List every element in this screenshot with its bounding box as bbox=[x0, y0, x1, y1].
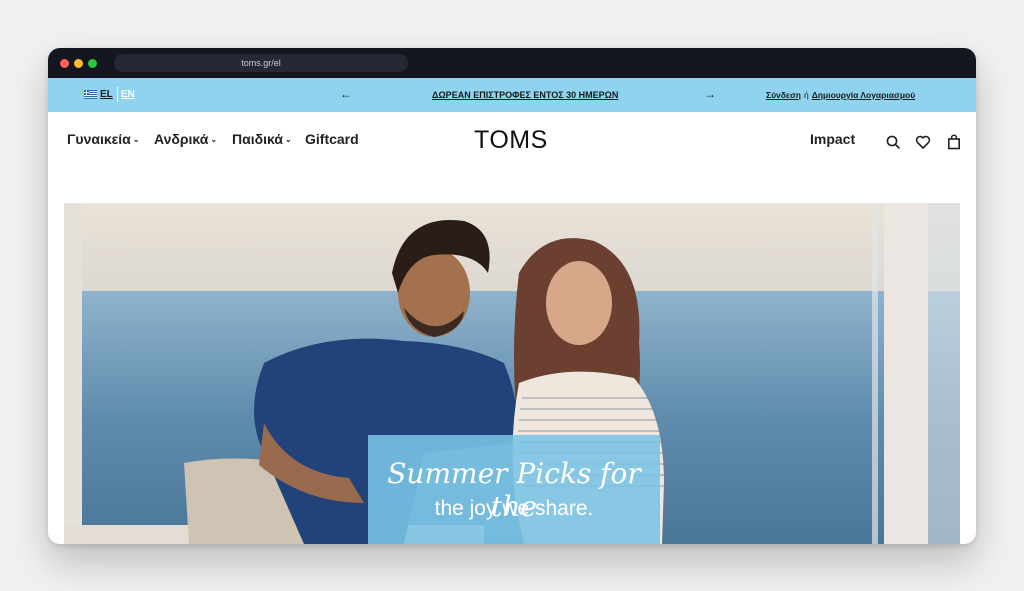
or-text: ή bbox=[803, 90, 809, 100]
nav-item-label: Γυναικεία bbox=[67, 131, 131, 147]
language-en-link[interactable]: EN bbox=[121, 89, 135, 100]
hero-headline-sub: the joy we share. bbox=[434, 497, 594, 520]
promo-next-arrow-icon[interactable]: → bbox=[704, 87, 716, 101]
hero-banner[interactable]: Summer Picks for the the joy we share. bbox=[64, 203, 960, 544]
promo-prev-arrow-icon[interactable]: ← bbox=[340, 87, 352, 101]
minimize-window-button[interactable] bbox=[74, 59, 83, 68]
search-icon[interactable] bbox=[885, 134, 901, 150]
chevron-down-icon: ⌄ bbox=[132, 135, 140, 144]
main-navigation: Γυναικεία ⌄ Ανδρικά ⌄ Παιδικά ⌄ Giftcard TO… bbox=[48, 112, 976, 170]
nav-item-men[interactable]: Ανδρικά ⌄ bbox=[154, 131, 217, 147]
maximize-window-button[interactable] bbox=[88, 59, 97, 68]
language-divider bbox=[117, 87, 118, 102]
chevron-down-icon: ⌄ bbox=[210, 135, 218, 144]
greek-flag-icon bbox=[84, 90, 97, 99]
nav-item-label: Giftcard bbox=[305, 131, 359, 147]
promo-message-link[interactable]: ΔΩΡΕΑΝ ΕΠΙΣΤΡΟΦΕΣ ΕΝΤΟΣ 30 ΗΜΕΡΩΝ bbox=[432, 90, 618, 100]
nav-item-kids[interactable]: Παιδικά ⌄ bbox=[232, 131, 292, 147]
address-bar[interactable]: toms.gr/el bbox=[114, 54, 408, 72]
nav-item-giftcard[interactable]: Giftcard bbox=[305, 131, 359, 147]
nav-item-impact[interactable]: Impact bbox=[810, 131, 855, 147]
nav-item-women[interactable]: Γυναικεία ⌄ bbox=[67, 131, 140, 147]
hero-caption[interactable]: Summer Picks for the the joy we share. bbox=[368, 435, 660, 544]
language-el-link[interactable]: EL bbox=[100, 89, 113, 100]
toms-logo[interactable]: TOMS bbox=[474, 126, 548, 155]
bag-icon[interactable] bbox=[946, 134, 962, 150]
heart-icon[interactable] bbox=[915, 134, 931, 150]
browser-titlebar: toms.gr/el bbox=[48, 48, 976, 78]
promo-bar: EL EN ← ΔΩΡΕΑΝ ΕΠΙΣΤΡΟΦΕΣ ΕΝΤΟΣ 30 ΗΜΕΡΩ… bbox=[48, 78, 976, 112]
nav-item-label: Παιδικά bbox=[232, 131, 283, 147]
browser-window: toms.gr/el EL EN ← ΔΩΡΕΑΝ ΕΠΙΣΤΡΟΦΕΣ ΕΝΤ… bbox=[48, 48, 976, 544]
nav-item-label: Ανδρικά bbox=[154, 131, 209, 147]
login-link[interactable]: Σύνδεση bbox=[766, 90, 801, 100]
chevron-down-icon: ⌄ bbox=[284, 135, 292, 144]
account-links: Σύνδεση ή Δημιουργία Λογαριασμού bbox=[766, 90, 915, 100]
close-window-button[interactable] bbox=[60, 59, 69, 68]
register-link[interactable]: Δημιουργία Λογαριασμού bbox=[812, 90, 915, 100]
